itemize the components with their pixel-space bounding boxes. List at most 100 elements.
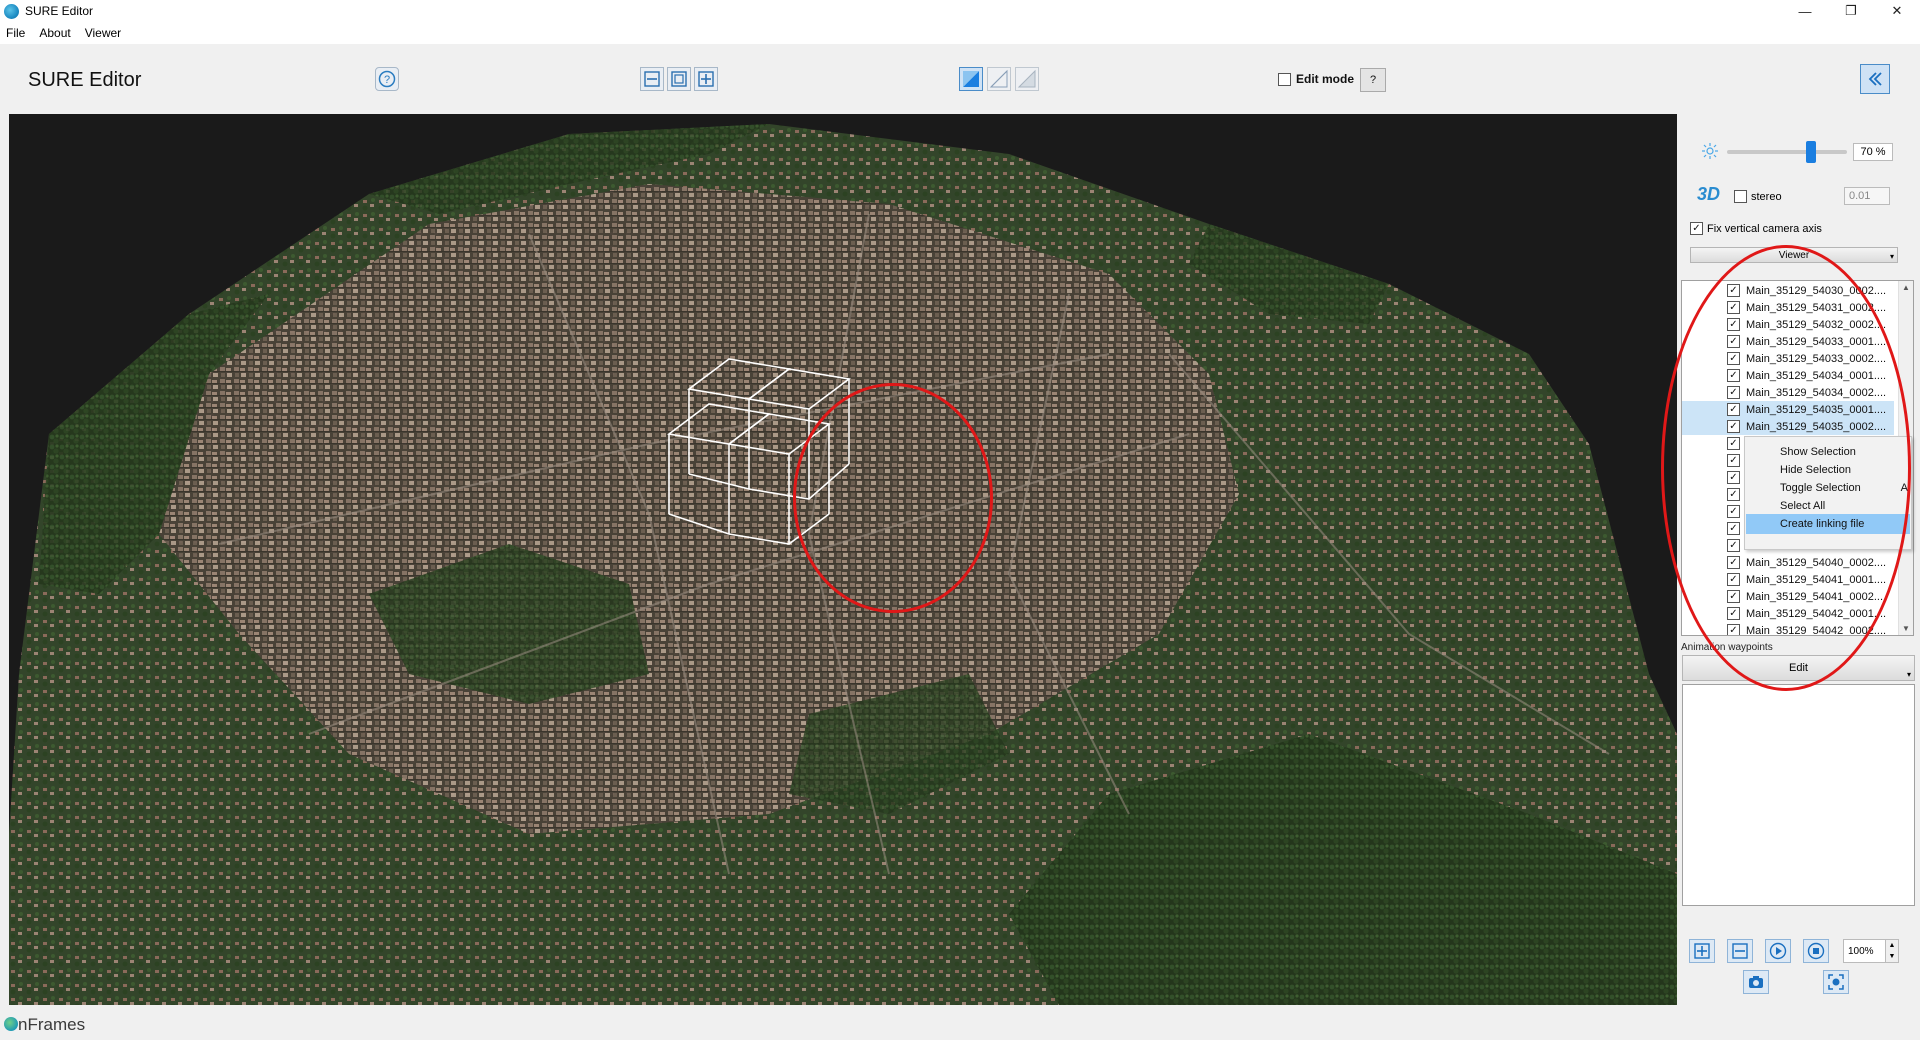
triangle-outline-icon [1017, 69, 1036, 88]
stereo-checkbox[interactable] [1734, 190, 1747, 203]
right-panel: 70 % 3D stereo 0.01 ✓ Fix vertical camer… [1677, 114, 1920, 1005]
file-list-item[interactable]: ✓ Main_35129_54034_0001.... [1682, 367, 1894, 384]
spin-down-icon[interactable]: ▼ [1889, 953, 1896, 960]
scroll-down-icon[interactable]: ▼ [1902, 624, 1910, 633]
play-button[interactable] [1765, 939, 1791, 963]
menu-viewer[interactable]: Viewer [85, 26, 121, 40]
file-visibility-checkbox[interactable]: ✓ [1727, 420, 1740, 433]
context-menu-item[interactable]: Show Selection [1746, 442, 1910, 462]
view-mode-3-button[interactable] [1015, 67, 1039, 91]
stop-icon [1807, 942, 1825, 960]
add-waypoint-button[interactable] [1689, 939, 1715, 963]
zoom-out-button[interactable] [640, 67, 664, 91]
fit-view-icon [671, 71, 687, 87]
close-button[interactable]: ✕ [1874, 0, 1920, 22]
context-menu-item-label: Create linking file [1780, 518, 1865, 530]
file-name: Main_35129_54034_0001.... [1746, 369, 1887, 382]
screenshot-button[interactable] [1743, 970, 1769, 994]
edit-mode-checkbox[interactable] [1278, 72, 1291, 86]
file-list-item[interactable]: ✓ Main_35129_54034_0002.... [1682, 384, 1894, 401]
menu-about[interactable]: About [39, 26, 70, 40]
file-visibility-checkbox[interactable]: ✓ [1727, 573, 1740, 586]
spin-up-icon[interactable]: ▲ [1889, 942, 1896, 949]
view-mode-2-button[interactable] [987, 67, 1011, 91]
file-list-item[interactable]: ✓ Main_35129_54035_0001.... [1682, 401, 1894, 418]
edit-dropdown[interactable]: Edit ▾ [1682, 655, 1915, 681]
file-visibility-checkbox[interactable]: ✓ [1727, 590, 1740, 603]
minimize-button[interactable]: — [1782, 0, 1828, 22]
scroll-up-icon[interactable]: ▲ [1902, 283, 1910, 292]
brightness-slider-handle[interactable] [1806, 141, 1816, 163]
file-visibility-checkbox[interactable]: ✓ [1727, 301, 1740, 314]
3d-viewport[interactable] [9, 114, 1677, 1005]
animation-waypoints-label: Animation waypoints [1681, 642, 1773, 653]
camera-icon [1749, 976, 1763, 988]
capture-region-button[interactable] [1823, 970, 1849, 994]
context-menu-item-label: Select All [1780, 500, 1826, 512]
edit-help-button[interactable]: ? [1360, 68, 1386, 92]
file-visibility-checkbox[interactable]: ✓ [1727, 369, 1740, 382]
stop-button[interactable] [1803, 939, 1829, 963]
file-visibility-checkbox[interactable]: ✓ [1727, 284, 1740, 297]
file-name: Main_35129_54041_0001.... [1746, 573, 1887, 586]
edit-mode-toggle[interactable]: Edit mode [1278, 72, 1354, 86]
zoom-in-button[interactable] [694, 67, 718, 91]
file-list-item[interactable]: ✓ Main_35129_54031_0002.... [1682, 299, 1894, 316]
file-visibility-checkbox[interactable]: ✓ [1727, 488, 1740, 501]
file-name: Main_35129_54042_0002.... [1746, 624, 1887, 636]
context-menu-item[interactable]: Select All [1746, 496, 1910, 516]
file-visibility-checkbox[interactable]: ✓ [1727, 335, 1740, 348]
context-menu-item[interactable]: Hide Selection [1746, 460, 1910, 480]
file-list-item[interactable]: ✓ Main_35129_54032_0002.... [1682, 316, 1894, 333]
context-menu-item[interactable]: Create linking file [1746, 514, 1910, 534]
waypoint-list[interactable] [1682, 684, 1915, 906]
file-list-item[interactable]: ✓ Main_35129_54042_0001.... [1682, 605, 1894, 622]
fix-camera-toggle[interactable]: ✓ Fix vertical camera axis [1690, 222, 1822, 235]
file-name: Main_35129_54032_0002.... [1746, 318, 1887, 331]
window-controls: — ❐ ✕ [1782, 0, 1920, 22]
view-mode-1-button[interactable] [959, 67, 983, 91]
file-list-item[interactable]: ✓ Main_35129_54030_0002.... [1682, 282, 1894, 299]
file-list-item[interactable]: ✓ Main_35129_54041_0002.... [1682, 588, 1894, 605]
file-visibility-checkbox[interactable]: ✓ [1727, 403, 1740, 416]
help-button[interactable]: ? [375, 67, 399, 91]
brightness-value[interactable]: 70 % [1853, 143, 1893, 161]
file-visibility-checkbox[interactable]: ✓ [1727, 522, 1740, 535]
file-visibility-checkbox[interactable]: ✓ [1727, 471, 1740, 484]
context-menu-item-label: Toggle Selection [1780, 482, 1861, 494]
file-visibility-checkbox[interactable]: ✓ [1727, 386, 1740, 399]
stereo-toggle[interactable]: stereo [1734, 190, 1782, 203]
file-visibility-checkbox[interactable]: ✓ [1727, 454, 1740, 467]
file-visibility-checkbox[interactable]: ✓ [1727, 505, 1740, 518]
file-visibility-checkbox[interactable]: ✓ [1727, 318, 1740, 331]
file-visibility-checkbox[interactable]: ✓ [1727, 539, 1740, 552]
file-visibility-checkbox[interactable]: ✓ [1727, 607, 1740, 620]
restore-button[interactable]: ❐ [1828, 0, 1874, 22]
file-list-item[interactable]: ✓ Main_35129_54033_0002.... [1682, 350, 1894, 367]
file-visibility-checkbox[interactable]: ✓ [1727, 556, 1740, 569]
brightness-slider[interactable] [1727, 141, 1847, 163]
collapse-panel-button[interactable] [1860, 64, 1890, 94]
edit-dropdown-label: Edit [1789, 662, 1808, 674]
brightness-icon [1702, 143, 1718, 159]
file-visibility-checkbox[interactable]: ✓ [1727, 352, 1740, 365]
window-title: SURE Editor [25, 4, 94, 18]
file-list-item[interactable]: ✓ Main_35129_54042_0002.... [1682, 622, 1894, 636]
speed-spinner-arrows[interactable]: ▲ ▼ [1885, 939, 1899, 963]
file-name: Main_35129_54033_0002.... [1746, 352, 1887, 365]
remove-waypoint-button[interactable] [1727, 939, 1753, 963]
file-list-item[interactable]: ✓ Main_35129_54035_0002.... [1682, 418, 1894, 435]
file-visibility-checkbox[interactable]: ✓ [1727, 437, 1740, 450]
file-list-item[interactable]: ✓ Main_35129_54041_0001.... [1682, 571, 1894, 588]
file-list-item[interactable]: ✓ Main_35129_54040_0002.... [1682, 554, 1894, 571]
stereo-value-spinner[interactable]: 0.01 [1844, 187, 1890, 205]
fit-view-button[interactable] [667, 67, 691, 91]
fix-camera-checkbox[interactable]: ✓ [1690, 222, 1703, 235]
menu-file[interactable]: File [6, 26, 25, 40]
viewer-dropdown[interactable]: Viewer ▾ [1690, 247, 1898, 263]
file-name: Main_35129_54034_0002.... [1746, 386, 1887, 399]
triangle-filled-icon [963, 71, 979, 87]
file-visibility-checkbox[interactable]: ✓ [1727, 624, 1740, 635]
context-menu-item[interactable]: Toggle Selection A [1746, 478, 1910, 498]
file-list-item[interactable]: ✓ Main_35129_54033_0001.... [1682, 333, 1894, 350]
